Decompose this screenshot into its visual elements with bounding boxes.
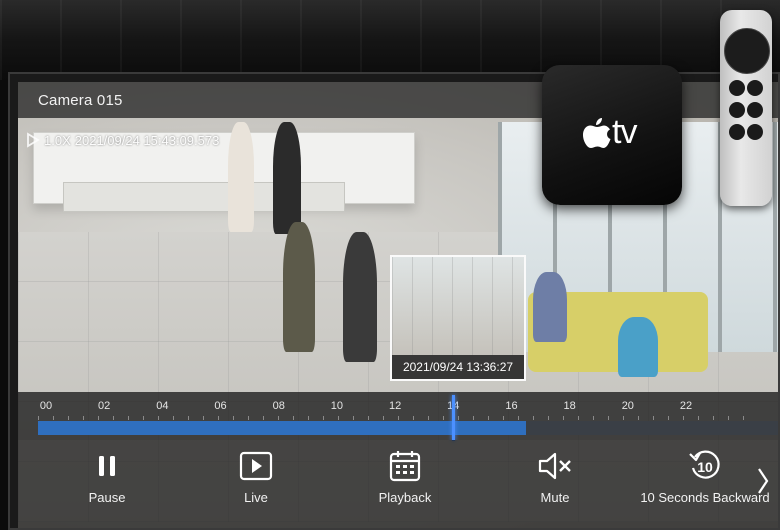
pause-label: Pause bbox=[88, 490, 126, 505]
timeline-hour-label: 04 bbox=[156, 400, 169, 412]
timeline-hour-label: 00 bbox=[39, 400, 53, 412]
mute-button[interactable]: Mute bbox=[490, 448, 620, 514]
apple-logo-icon bbox=[583, 117, 611, 148]
scene-person bbox=[228, 122, 254, 232]
timeline-hour-label: 08 bbox=[272, 400, 285, 412]
apple-tv-logo-text: tv bbox=[612, 113, 637, 151]
scene-person bbox=[533, 272, 567, 342]
scene-desk-counter bbox=[63, 182, 345, 212]
mute-icon bbox=[537, 448, 573, 484]
timeline-hour-label: 12 bbox=[388, 400, 402, 412]
osd-speed: 1.0X bbox=[44, 132, 71, 148]
apple-tv-logo: tv bbox=[582, 113, 637, 152]
timeline-hour-label: 18 bbox=[563, 400, 576, 412]
scene-person bbox=[273, 122, 301, 234]
pause-icon bbox=[89, 448, 125, 484]
chevron-right-icon[interactable] bbox=[754, 464, 772, 498]
scene-person bbox=[283, 222, 315, 352]
mute-label: Mute bbox=[540, 490, 570, 505]
pause-button[interactable]: Pause bbox=[42, 448, 172, 514]
timeline-hour-label: 22 bbox=[679, 400, 693, 412]
timeline-hour-label: 06 bbox=[214, 400, 227, 412]
scene-person bbox=[343, 232, 377, 362]
remote-clickpad bbox=[724, 28, 770, 74]
rewind-10-text: 10 bbox=[697, 459, 713, 475]
calendar-icon bbox=[387, 448, 423, 484]
live-play-icon bbox=[238, 448, 274, 484]
timeline-track[interactable] bbox=[38, 395, 778, 441]
timeline-hour-label: 10 bbox=[330, 400, 344, 412]
rewind-10-icon: 10 bbox=[687, 448, 723, 484]
remote-volume-down-button bbox=[747, 124, 763, 140]
remote-tv-button bbox=[747, 80, 763, 96]
playback-label: Playback bbox=[378, 490, 432, 505]
playback-button[interactable]: Playback bbox=[340, 448, 470, 514]
live-label: Live bbox=[244, 490, 268, 505]
remote-volume-button bbox=[747, 102, 763, 118]
timeline-playhead[interactable] bbox=[452, 395, 456, 441]
remote-mute-button bbox=[729, 124, 745, 140]
scene-person bbox=[618, 317, 658, 377]
video-osd: 1.0X 2021/09/24 15:43:09.573 bbox=[26, 132, 219, 148]
rewind-10-button[interactable]: 10 10 Seconds Backward bbox=[640, 448, 770, 514]
preview-timestamp: 2021/09/24 13:36:27 bbox=[392, 355, 524, 379]
timeline-bar[interactable]: 000204060810121416182022 bbox=[18, 392, 778, 441]
timeline-hour-label: 16 bbox=[505, 400, 518, 412]
siri-remote bbox=[720, 10, 772, 206]
remote-play-button bbox=[729, 102, 745, 118]
timeline-hour-labels: 000204060810121416182022 bbox=[18, 400, 778, 414]
apple-tv-device: tv bbox=[542, 65, 682, 205]
timeline-hour-label: 20 bbox=[621, 400, 634, 412]
osd-timestamp: 2021/09/24 15:43:09.573 bbox=[74, 132, 220, 148]
playback-controls: Pause Live Playback Mute 10 10 Seconds B… bbox=[18, 440, 778, 528]
camera-title: Camera 015 bbox=[38, 91, 123, 109]
timeline-preview-thumbnail: 2021/09/24 13:36:27 bbox=[390, 255, 526, 381]
timeline-tick-marks bbox=[38, 416, 758, 420]
live-button[interactable]: Live bbox=[191, 448, 321, 514]
rewind-10-label: 10 Seconds Backward bbox=[640, 490, 770, 505]
remote-back-button bbox=[729, 80, 745, 96]
play-indicator-icon bbox=[27, 132, 40, 148]
timeline-hour-label: 02 bbox=[98, 400, 111, 412]
preview-image bbox=[392, 257, 524, 355]
